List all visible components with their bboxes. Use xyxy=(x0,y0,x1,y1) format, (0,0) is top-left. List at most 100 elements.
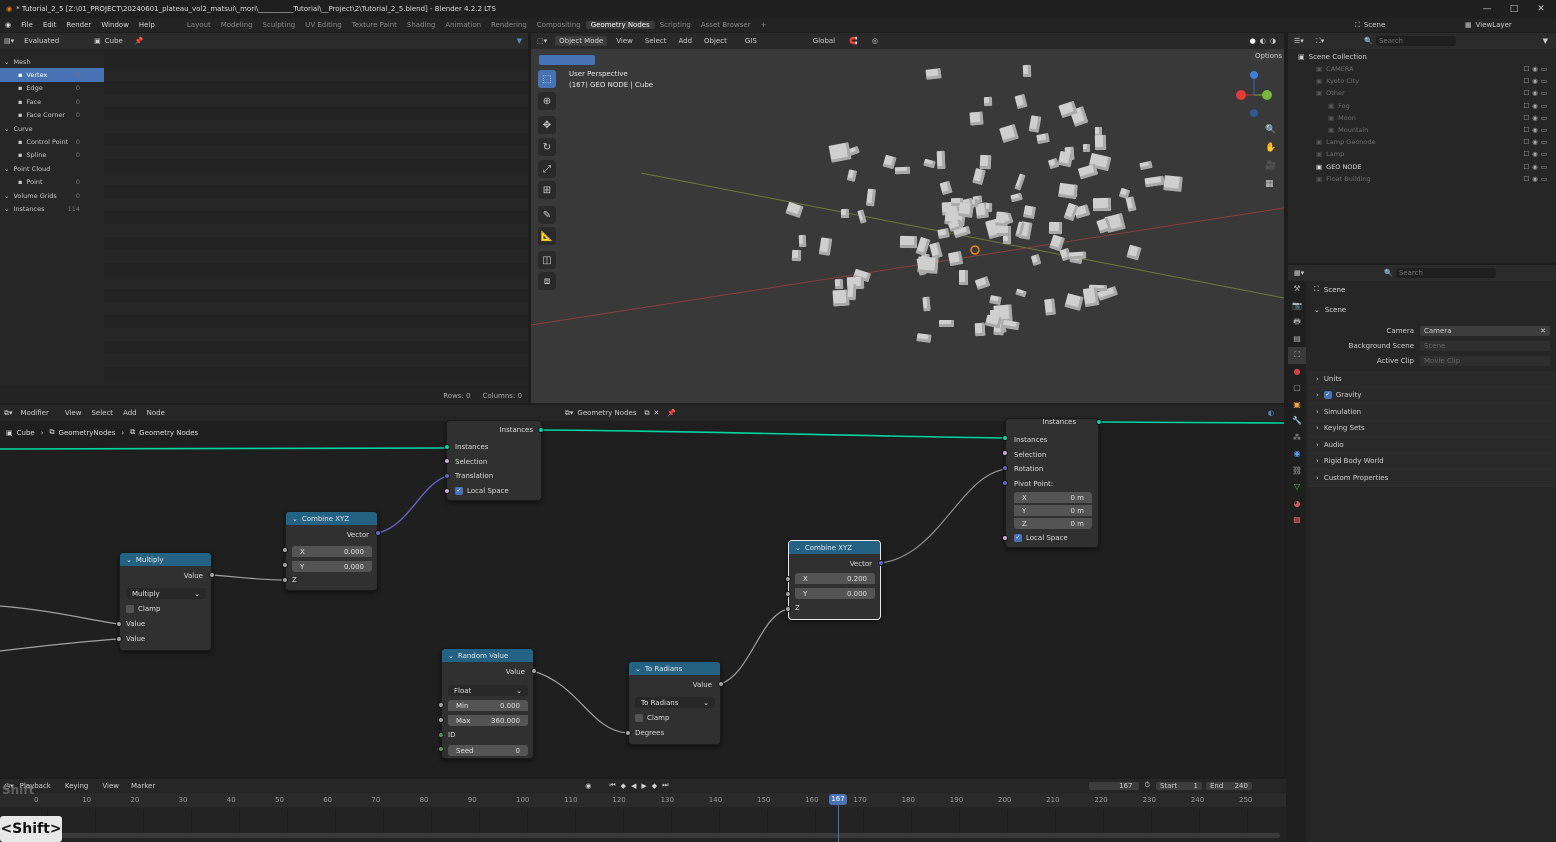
properties-subpanel[interactable]: › ✓ Gravity xyxy=(1308,387,1556,404)
close-icon[interactable]: ✕ xyxy=(1534,2,1548,16)
outliner-item[interactable]: ▣ Other ☐◉▭ xyxy=(1288,87,1556,99)
measure-tool-icon[interactable]: 📐 xyxy=(538,227,556,245)
preview-range-icon[interactable]: ⏱ xyxy=(1145,781,1150,790)
clamp-checkbox[interactable]: Clamp xyxy=(635,714,669,722)
node-header[interactable]: ⌄ Combine XYZ xyxy=(789,541,880,554)
outliner-item[interactable]: ▣ Lamp ☐◉▭ xyxy=(1288,148,1556,160)
3d-viewport[interactable]: ⬚▾ Object Mode View Select Add Object GI… xyxy=(531,33,1284,403)
tab-shading[interactable]: Shading xyxy=(402,21,440,29)
add-cube-tool-icon[interactable]: ◫ xyxy=(538,251,556,269)
keying-menu[interactable]: Keying xyxy=(65,782,89,790)
outliner-item[interactable]: ▣ Moon ☐◉▭ xyxy=(1288,112,1556,124)
render-tab-icon[interactable]: 📷 xyxy=(1288,298,1306,315)
next-key-icon[interactable]: ◆ xyxy=(652,782,657,790)
collapse-chevron-icon[interactable]: ⌄ xyxy=(292,515,298,523)
input-socket[interactable] xyxy=(785,591,791,597)
properties-type-icon[interactable]: ▦▾ xyxy=(1294,269,1304,277)
properties-subpanel[interactable]: › Rigid Body World xyxy=(1308,453,1556,470)
input-socket[interactable] xyxy=(625,730,631,736)
tab-scripting[interactable]: Scripting xyxy=(655,21,696,29)
domain-item[interactable]: ▪ Point 0 xyxy=(0,176,104,189)
input-socket[interactable] xyxy=(444,488,450,494)
menu-help[interactable]: Help xyxy=(134,21,160,29)
input-socket[interactable] xyxy=(438,717,444,723)
pivot-y-field[interactable]: Y 0 m xyxy=(1014,505,1092,516)
output-socket[interactable] xyxy=(538,427,544,433)
start-frame-field[interactable]: Start 1 xyxy=(1155,781,1202,790)
max-field[interactable]: Max 360.000 xyxy=(448,715,528,726)
domain-item[interactable]: ⌄ Volume Grids 0 xyxy=(0,189,104,202)
domain-item[interactable]: ▪ Vertex 0 xyxy=(0,68,104,82)
editor-type-icon[interactable]: ▤▾ xyxy=(4,37,14,45)
zoom-icon[interactable]: 🔍 xyxy=(1265,121,1276,139)
tab-rendering[interactable]: Rendering xyxy=(486,21,532,29)
outliner-search-input[interactable]: Search xyxy=(1375,36,1456,46)
y-field[interactable]: Y 0.000 xyxy=(292,561,372,572)
outliner-item[interactable]: ▣ Kyoto City ☐◉▭ xyxy=(1288,75,1556,87)
collapse-chevron-icon[interactable]: ⌄ xyxy=(448,652,454,660)
pivot-z-field[interactable]: Z 0 m xyxy=(1014,518,1092,529)
collapse-chevron-icon[interactable]: ⌄ xyxy=(795,544,801,552)
camera-view-icon[interactable]: 🎥 xyxy=(1265,157,1276,175)
tab-uv-editing[interactable]: UV Editing xyxy=(300,21,347,29)
auto-key-icon[interactable]: ◉ xyxy=(585,782,591,790)
timeline[interactable]: ◷▾ Playback Keying View Marker ◉ ⏮ ◆ ◀ ▶… xyxy=(0,779,1286,842)
outliner-item[interactable]: ▣ Fog ☐◉▭ xyxy=(1288,100,1556,112)
physics-tab-icon[interactable]: ◉ xyxy=(1288,446,1306,463)
pan-hand-icon[interactable]: ✋ xyxy=(1265,139,1276,157)
input-socket[interactable] xyxy=(785,576,791,582)
background-scene-field[interactable]: Scene xyxy=(1420,340,1550,351)
outliner-item[interactable]: ▣ GEO NODE ☐◉▭ xyxy=(1288,161,1556,173)
input-socket[interactable] xyxy=(444,458,450,464)
input-socket[interactable] xyxy=(282,577,288,583)
visibility-eye-icon[interactable]: ☐◉▭ xyxy=(1523,138,1550,146)
tab-modeling[interactable]: Modeling xyxy=(216,21,258,29)
active-clip-field[interactable]: Movie Clip xyxy=(1420,355,1550,366)
data-tab-icon[interactable]: ▽ xyxy=(1288,479,1306,496)
node-header[interactable]: ⌄ To Radians xyxy=(629,662,720,675)
outliner-filter-icon[interactable]: ▼ xyxy=(1543,37,1548,45)
domain-item[interactable]: ▪ Face Corner 0 xyxy=(0,109,104,122)
tab-geometry-nodes[interactable]: Geometry Nodes xyxy=(585,21,655,29)
ortho-toggle-icon[interactable]: ▦ xyxy=(1265,175,1276,193)
add-object-tool-icon[interactable]: ⧈ xyxy=(538,272,556,290)
input-socket[interactable] xyxy=(444,444,450,450)
scene-collection-row[interactable]: ▣ Scene Collection xyxy=(1288,51,1556,63)
marker-menu[interactable]: Marker xyxy=(131,782,155,790)
menu-file[interactable]: File xyxy=(16,21,38,29)
outliner-item[interactable]: ▣ Mountain ☐◉▭ xyxy=(1288,124,1556,136)
local-space-checkbox[interactable]: ✓ Local Space xyxy=(455,487,509,495)
tab-animation[interactable]: Animation xyxy=(440,21,486,29)
scale-tool-icon[interactable]: ⤢ xyxy=(538,160,556,178)
collection-tab-icon[interactable]: ▢ xyxy=(1288,380,1306,397)
node-header[interactable]: ⌄ Random Value xyxy=(442,649,533,662)
add-workspace-icon[interactable]: + xyxy=(756,21,772,29)
combine-xyz-node-1[interactable]: ⌄ Combine XYZ Vector X 0.000 Y 0.000 Z xyxy=(285,511,378,591)
maximize-icon[interactable]: □ xyxy=(1507,2,1521,16)
evaluation-mode-dropdown[interactable]: Evaluated xyxy=(24,37,84,45)
filter-icon[interactable]: ▼ xyxy=(517,37,522,45)
visibility-eye-icon[interactable]: ☐◉▭ xyxy=(1523,89,1550,97)
world-tab-icon[interactable]: ● xyxy=(1288,364,1306,381)
tab-sculpting[interactable]: Sculpting xyxy=(258,21,301,29)
timeline-scrollbar[interactable] xyxy=(0,833,1280,838)
input-socket[interactable] xyxy=(1002,535,1008,541)
material-tab-icon[interactable]: ◕ xyxy=(1288,496,1306,513)
random-value-node[interactable]: ⌄ Random Value Value Float ⌄ Min 0.000 Max 3… xyxy=(441,648,534,759)
select-box-tool-icon[interactable]: ⬚ xyxy=(538,70,556,88)
translate-instances-node[interactable]: Instances Instances Selection Translatio… xyxy=(446,420,542,501)
visibility-eye-icon[interactable]: ☐◉▭ xyxy=(1523,114,1550,122)
jump-end-icon[interactable]: ⏭ xyxy=(662,781,668,790)
tab-compositing[interactable]: Compositing xyxy=(532,21,586,29)
jump-start-icon[interactable]: ⏮ xyxy=(609,781,615,790)
pivot-x-field[interactable]: X 0 m xyxy=(1014,492,1092,503)
blender-menu-icon[interactable]: ◉ xyxy=(0,21,16,29)
visibility-eye-icon[interactable]: ☐◉▭ xyxy=(1523,126,1550,134)
collapse-chevron-icon[interactable]: ⌄ xyxy=(126,556,132,564)
node-header[interactable]: ⌄ Multiply xyxy=(120,553,211,566)
input-socket[interactable] xyxy=(1002,480,1008,486)
menu-edit[interactable]: Edit xyxy=(38,21,62,29)
visibility-eye-icon[interactable]: ☐◉▭ xyxy=(1523,175,1550,183)
multiply-node[interactable]: ⌄ Multiply Value Multiply ⌄ Clamp Value Va… xyxy=(119,552,212,651)
tool-tab-icon[interactable]: ⚒ xyxy=(1288,281,1306,298)
